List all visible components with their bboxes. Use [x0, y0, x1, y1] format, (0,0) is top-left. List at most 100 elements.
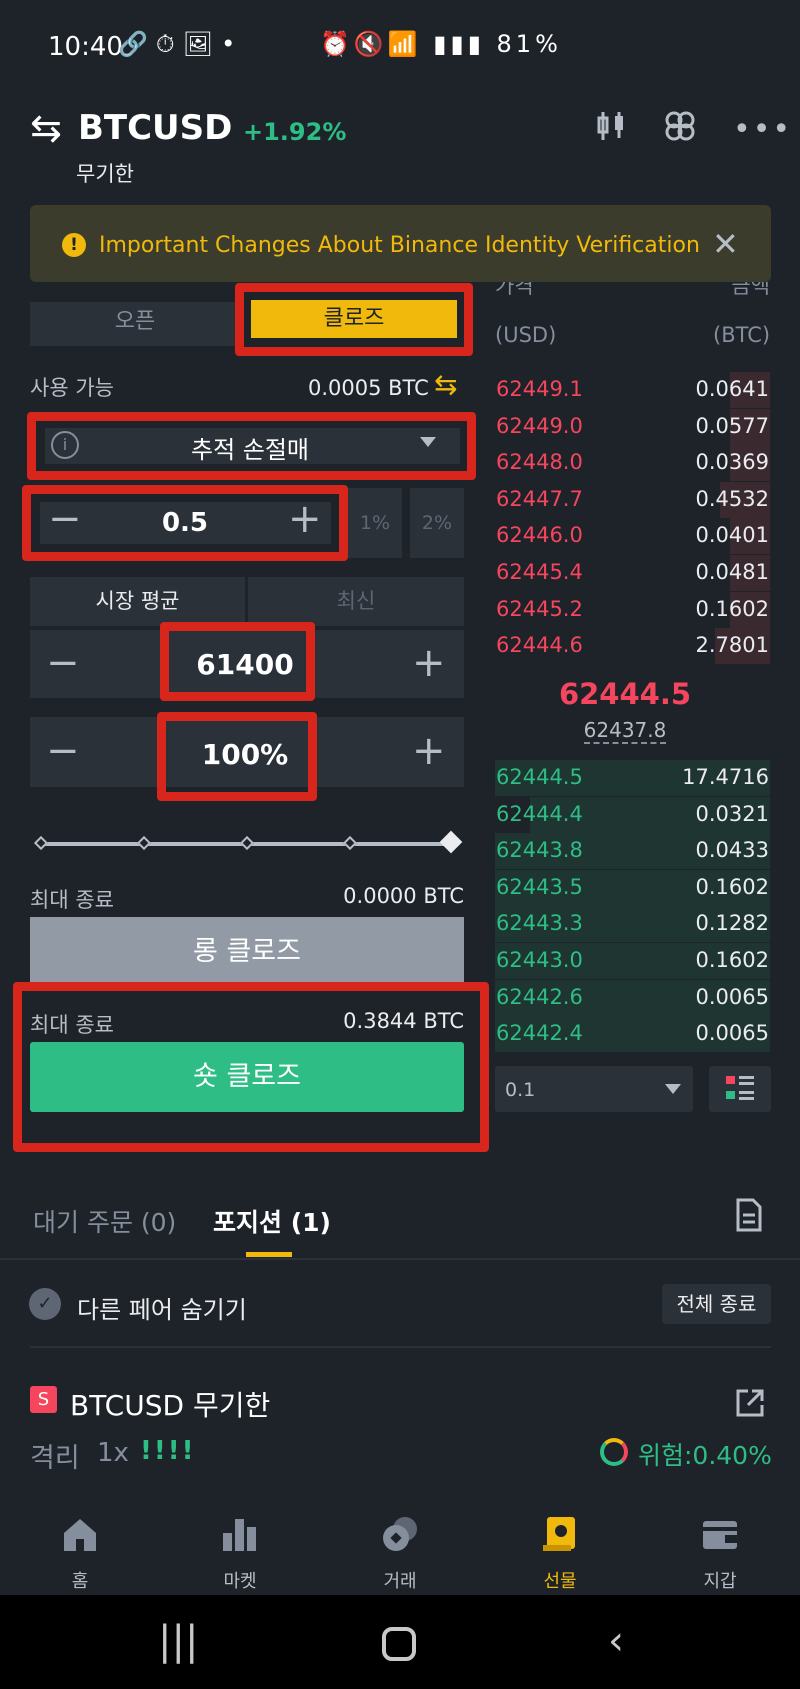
- ask-price[interactable]: 62449.1: [496, 377, 583, 401]
- check-icon[interactable]: ✓: [29, 1288, 61, 1320]
- tab-open[interactable]: 오픈: [30, 302, 240, 346]
- signal-bars: !!!!: [140, 1436, 196, 1466]
- callback-value[interactable]: 0.5: [140, 508, 230, 538]
- ask-price[interactable]: 62444.6: [496, 633, 583, 657]
- link-icon[interactable]: [664, 110, 696, 150]
- max-close-long-value: 0.0000 BTC: [343, 884, 464, 908]
- bid-price[interactable]: 62444.5: [496, 765, 583, 789]
- tab-last-price[interactable]: 최신: [248, 577, 464, 626]
- ask-qty: 0.0401: [695, 523, 769, 548]
- slider-stop[interactable]: [239, 835, 255, 851]
- minus-icon[interactable]: −: [46, 728, 80, 774]
- nav-markets[interactable]: 마켓: [160, 1515, 320, 1593]
- ask-row[interactable]: 62447.7 0.4532: [495, 481, 770, 518]
- nav-futures[interactable]: 선물: [480, 1515, 640, 1593]
- bid-price[interactable]: 62442.4: [496, 1021, 583, 1045]
- ask-row[interactable]: 62448.0 0.0369: [495, 445, 770, 482]
- nav-trade[interactable]: 거래: [320, 1515, 480, 1593]
- bid-price[interactable]: 62443.5: [496, 875, 583, 899]
- ask-price[interactable]: 62449.0: [496, 414, 583, 438]
- ask-price[interactable]: 62445.2: [496, 597, 583, 621]
- tab-positions[interactable]: 포지션 (1): [213, 1203, 331, 1239]
- amount-pct-value[interactable]: 100%: [178, 738, 312, 771]
- ask-price[interactable]: 62447.7: [496, 487, 583, 511]
- nav-wallet[interactable]: 지갑: [640, 1515, 800, 1593]
- pct-2-button[interactable]: 2%: [410, 488, 464, 558]
- ask-qty: 0.0369: [695, 450, 769, 475]
- pct-1-button[interactable]: 1%: [348, 488, 402, 558]
- ask-price[interactable]: 62445.4: [496, 560, 583, 584]
- slider-stop[interactable]: [136, 835, 152, 851]
- bid-row[interactable]: 62443.8 0.0433: [495, 833, 770, 870]
- banner-text[interactable]: Important Changes About Binance Identity…: [99, 233, 700, 258]
- bid-row[interactable]: 62444.5 17.4716: [495, 760, 770, 796]
- bid-price[interactable]: 62442.6: [496, 985, 583, 1009]
- ask-row[interactable]: 62449.0 0.0577: [495, 408, 770, 445]
- ask-row[interactable]: 62445.2 0.1602: [495, 591, 770, 628]
- minus-icon[interactable]: −: [48, 496, 82, 542]
- candlestick-chart-icon[interactable]: [596, 110, 626, 150]
- bid-row[interactable]: 62443.5 0.1602: [495, 869, 770, 906]
- bid-price[interactable]: 62443.0: [496, 948, 583, 972]
- tab-pending-orders[interactable]: 대기 주문 (0): [33, 1203, 176, 1239]
- slider-stop[interactable]: [342, 835, 358, 851]
- short-close-button[interactable]: 숏 클로즈: [30, 1042, 464, 1112]
- activation-price-value[interactable]: 61400: [178, 648, 312, 681]
- bid-price[interactable]: 62443.3: [496, 911, 583, 935]
- slider-stop[interactable]: [33, 835, 49, 851]
- plus-icon[interactable]: +: [288, 496, 322, 542]
- recent-apps-icon[interactable]: |||: [158, 1618, 198, 1664]
- mark-price[interactable]: 62437.8: [495, 718, 755, 744]
- document-icon[interactable]: [735, 1198, 763, 1236]
- close-icon[interactable]: ✕: [712, 225, 739, 263]
- bid-row[interactable]: 62442.4 0.0065: [495, 1016, 770, 1053]
- last-price[interactable]: 62444.5: [495, 677, 755, 711]
- tab-indicator: [246, 1252, 292, 1257]
- status-system-icons: ⏰🔇📶 ▮▮▮ 81%: [320, 30, 562, 58]
- bid-row[interactable]: 62443.3 0.1282: [495, 906, 770, 943]
- bid-row[interactable]: 62442.6 0.0065: [495, 979, 770, 1016]
- contract-type: 무기한: [76, 162, 134, 186]
- chevron-down-icon[interactable]: [665, 1084, 681, 1094]
- orderbook-layout-button[interactable]: [709, 1066, 771, 1112]
- short-badge: S: [30, 1386, 57, 1413]
- nav-label: 홈: [71, 1571, 89, 1592]
- ask-row[interactable]: 62444.6 2.7801: [495, 628, 770, 665]
- order-type-value[interactable]: 추적 손절매: [170, 430, 330, 465]
- ask-row[interactable]: 62449.1 0.0641: [495, 372, 770, 408]
- plus-icon[interactable]: +: [412, 640, 446, 686]
- back-icon[interactable]: ‹: [608, 1618, 624, 1664]
- mark-price-value[interactable]: 62437.8: [583, 718, 667, 744]
- more-icon[interactable]: •••: [733, 112, 792, 147]
- info-icon[interactable]: i: [51, 431, 79, 459]
- home-button-icon[interactable]: [382, 1627, 416, 1661]
- ask-price[interactable]: 62446.0: [496, 523, 583, 547]
- bid-price[interactable]: 62443.8: [496, 838, 583, 862]
- pair-title[interactable]: BTCUSD: [78, 108, 232, 148]
- slider-thumb[interactable]: [439, 830, 463, 854]
- price-unit: (USD): [495, 323, 557, 347]
- bid-row[interactable]: 62444.4 0.0321: [495, 796, 770, 833]
- margin-mode: 격리: [30, 1443, 80, 1474]
- bid-price[interactable]: 62444.4: [496, 802, 583, 826]
- depth-value[interactable]: 0.1: [505, 1079, 535, 1101]
- plus-icon[interactable]: +: [412, 728, 446, 774]
- amount-header: 금액: [731, 282, 770, 296]
- position-title[interactable]: BTCUSD 무기한: [70, 1384, 270, 1424]
- chevron-down-icon[interactable]: [420, 437, 436, 447]
- bid-row[interactable]: 62443.0 0.1602: [495, 943, 770, 979]
- nav-home[interactable]: 홈: [0, 1515, 160, 1593]
- close-all-button[interactable]: 전체 종료: [662, 1284, 771, 1324]
- long-close-button[interactable]: 롱 클로즈: [30, 917, 464, 987]
- ask-price[interactable]: 62448.0: [496, 450, 583, 474]
- ask-row[interactable]: 62446.0 0.0401: [495, 518, 770, 555]
- tab-mark-price[interactable]: 시장 평균: [30, 577, 245, 626]
- hide-other-pairs-label[interactable]: 다른 페어 숨기기: [77, 1290, 247, 1325]
- ask-row[interactable]: 62445.4 0.0481: [495, 555, 770, 591]
- minus-icon[interactable]: −: [46, 640, 80, 686]
- price-header: 가격: [495, 282, 534, 296]
- share-icon[interactable]: [734, 1387, 766, 1427]
- tab-close[interactable]: 클로즈: [251, 300, 457, 338]
- transfer-icon[interactable]: ⇆: [434, 368, 457, 401]
- swap-pair-icon[interactable]: ⇆: [30, 106, 62, 150]
